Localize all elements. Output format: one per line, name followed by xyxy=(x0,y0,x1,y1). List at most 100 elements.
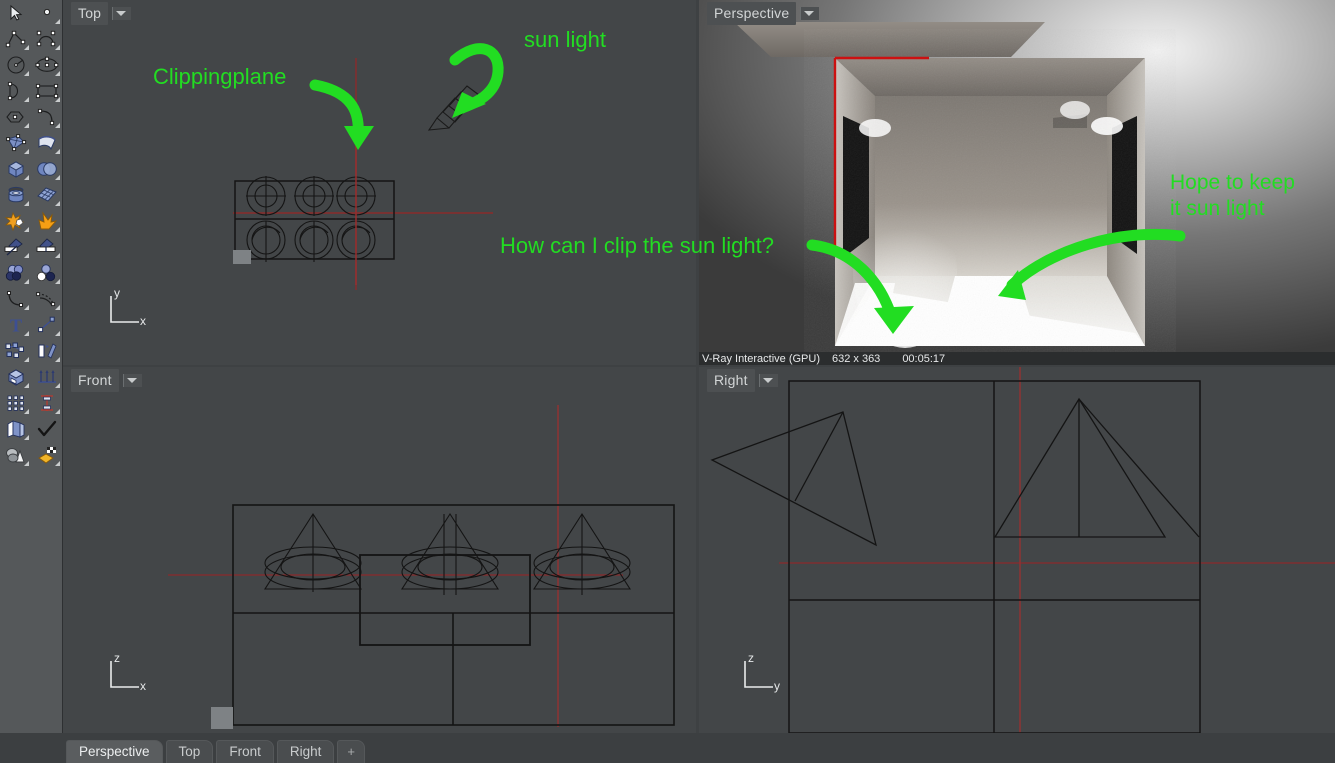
viewport-front-geometry xyxy=(168,405,675,729)
toolbar-row xyxy=(0,416,62,442)
toolbar-row xyxy=(0,104,62,130)
toolbar-row xyxy=(0,0,62,26)
render-resolution-label: 632 x 363 xyxy=(831,352,881,365)
array-icon[interactable] xyxy=(31,364,62,390)
toolbar-row xyxy=(0,52,62,78)
viewport-right-titlebar[interactable]: Right xyxy=(699,367,778,393)
toolbar-row xyxy=(0,156,62,182)
control-point-curve-icon[interactable] xyxy=(31,26,62,52)
axis-gizmo-top: y x xyxy=(103,286,153,335)
vray-render-statusbar: V-Ray Interactive (GPU) 632 x 363 00:05:… xyxy=(699,352,1335,365)
ellipse-icon[interactable] xyxy=(31,52,62,78)
surface-sweep-icon[interactable] xyxy=(31,130,62,156)
viewport-front[interactable]: Front z x xyxy=(63,367,696,733)
cylinder-icon[interactable] xyxy=(0,182,31,208)
viewport-right-geometry xyxy=(710,367,1335,733)
axis-gizmo-front: z x xyxy=(103,651,153,700)
tab-right[interactable]: Right xyxy=(276,740,335,763)
render-elapsed-label: 00:05:17 xyxy=(902,352,946,365)
check-objects-icon[interactable] xyxy=(31,416,62,442)
viewport-top[interactable]: Top y x xyxy=(63,0,696,365)
surface-grid-icon[interactable] xyxy=(31,182,62,208)
render-icon[interactable] xyxy=(31,442,62,468)
tab-perspective[interactable]: Perspective xyxy=(66,740,163,763)
annotation-question: How can I clip the sun light? xyxy=(500,233,774,258)
axis-label-horizontal: x xyxy=(140,314,146,328)
viewport-right-canvas[interactable] xyxy=(699,367,1335,733)
arc-icon[interactable] xyxy=(0,78,31,104)
explode-icon[interactable] xyxy=(0,208,31,234)
grid-array-icon[interactable] xyxy=(0,390,31,416)
viewport-perspective-titlebar[interactable]: Perspective xyxy=(699,0,820,26)
toolbar-row xyxy=(0,338,62,364)
boolean-union-icon[interactable] xyxy=(0,260,31,286)
toolbar-row xyxy=(0,234,62,260)
annotation-clippingplane: Clippingplane xyxy=(153,64,287,89)
trim-icon[interactable] xyxy=(0,234,31,260)
viewport-right-label[interactable]: Right xyxy=(707,368,755,392)
fillet-curve-icon[interactable] xyxy=(0,286,31,312)
point-icon[interactable] xyxy=(31,0,62,26)
viewport-top-geometry xyxy=(233,58,493,290)
toolbar-row: T xyxy=(0,312,62,338)
viewport-top-titlebar[interactable]: Top xyxy=(63,0,132,26)
mesh-from-surface-icon[interactable] xyxy=(31,208,62,234)
group-icon[interactable] xyxy=(0,338,31,364)
toolbar-row xyxy=(0,130,62,156)
viewport-top-canvas[interactable] xyxy=(63,0,696,365)
tab-front[interactable]: Front xyxy=(216,740,274,763)
viewport-perspective-label[interactable]: Perspective xyxy=(707,1,797,25)
toolbar-row xyxy=(0,208,62,234)
dimension-icon[interactable] xyxy=(31,390,62,416)
chevron-down-icon[interactable] xyxy=(758,373,778,387)
box-solid-icon[interactable] xyxy=(0,156,31,182)
axis-label-horizontal: x xyxy=(140,679,146,693)
axis-label-vertical: z xyxy=(114,651,120,665)
toolbar-row xyxy=(0,26,62,52)
axis-label-horizontal: y xyxy=(774,679,780,693)
layer-icon[interactable] xyxy=(0,416,31,442)
toolbar-row xyxy=(0,286,62,312)
chevron-down-icon[interactable] xyxy=(800,6,820,20)
tab-top[interactable]: Top xyxy=(165,740,214,763)
polygon-icon[interactable] xyxy=(0,104,31,130)
add-tab-button[interactable]: + xyxy=(337,740,365,763)
chevron-down-icon[interactable] xyxy=(122,373,142,387)
chevron-down-icon[interactable] xyxy=(112,6,132,20)
axis-gizmo-right: z y xyxy=(737,651,787,700)
surface-from-points-icon[interactable] xyxy=(0,130,31,156)
sphere-boolean-icon[interactable] xyxy=(31,156,62,182)
viewport-top-label[interactable]: Top xyxy=(71,1,109,25)
scale-icon[interactable] xyxy=(31,312,62,338)
viewport-right[interactable]: Right z y xyxy=(699,367,1335,733)
polyline-icon[interactable] xyxy=(0,26,31,52)
toolbar-row xyxy=(0,78,62,104)
circle-icon[interactable] xyxy=(0,52,31,78)
main-toolbar[interactable]: T xyxy=(0,0,63,763)
block-icon[interactable] xyxy=(0,364,31,390)
text-object-icon[interactable]: T xyxy=(0,312,31,338)
offset-curve-icon[interactable] xyxy=(31,286,62,312)
rectangle-icon[interactable] xyxy=(31,78,62,104)
mirror-icon[interactable] xyxy=(31,338,62,364)
viewport-front-label[interactable]: Front xyxy=(71,368,119,392)
viewport-front-titlebar[interactable]: Front xyxy=(63,367,142,393)
render-engine-label: V-Ray Interactive (GPU) xyxy=(702,352,820,365)
axis-label-vertical: y xyxy=(114,286,120,300)
svg-text:T: T xyxy=(9,316,21,336)
annotation-hope-line2: it sun light xyxy=(1170,197,1265,220)
annotation-hope-line1: Hope to keep xyxy=(1170,171,1295,194)
toolbar-row xyxy=(0,442,62,468)
viewport-tab-bar[interactable]: Perspective Top Front Right + xyxy=(0,733,1335,763)
toolbar-row xyxy=(0,182,62,208)
boolean-difference-icon[interactable] xyxy=(31,260,62,286)
select-arrow-icon[interactable] xyxy=(0,0,31,26)
rhino-application-window: T Top y x Perspective V-Ray Interactive … xyxy=(0,0,1335,763)
viewport-front-canvas[interactable] xyxy=(63,367,696,733)
shaded-view-icon[interactable] xyxy=(0,442,31,468)
split-icon[interactable] xyxy=(31,234,62,260)
axis-label-vertical: z xyxy=(748,651,754,665)
toolbar-row xyxy=(0,364,62,390)
toolbar-row xyxy=(0,390,62,416)
curve-blend-icon[interactable] xyxy=(31,104,62,130)
